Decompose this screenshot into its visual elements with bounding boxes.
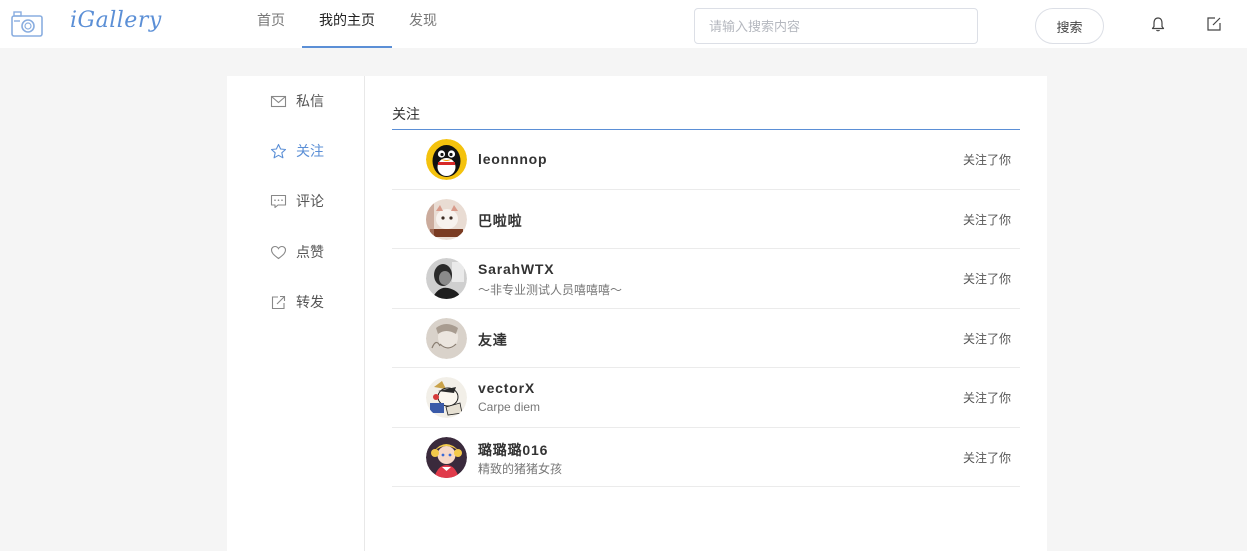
sidebar-item-label: 点赞: [296, 244, 324, 260]
list-item[interactable]: vectorX Carpe diem 关注了你: [392, 368, 1020, 428]
follow-status: 关注了你: [962, 153, 1011, 167]
user-name[interactable]: SarahWTX: [478, 261, 554, 277]
sidebar-item-label: 关注: [296, 143, 324, 159]
sidebar-item-label: 评论: [296, 193, 324, 209]
search-input[interactable]: [694, 8, 978, 44]
search-button[interactable]: 搜索: [1035, 8, 1104, 44]
list-item[interactable]: 友達 关注了你: [392, 309, 1020, 368]
list-item[interactable]: 巴啦啦 关注了你: [392, 190, 1020, 249]
section-title: 关注: [392, 106, 420, 122]
nav-home[interactable]: 首页: [240, 0, 302, 48]
user-name[interactable]: 巴啦啦: [478, 211, 522, 231]
list-item[interactable]: 璐璐璐016 精致的猪猪女孩 关注了你: [392, 428, 1020, 487]
edit-icon[interactable]: [1206, 16, 1222, 32]
avatar[interactable]: [426, 377, 467, 418]
avatar[interactable]: [426, 317, 467, 359]
avatar[interactable]: [426, 139, 467, 180]
user-name[interactable]: 璐璐璐016: [478, 440, 548, 460]
comment-icon: [270, 194, 287, 208]
sidebar-item-likes[interactable]: 点赞: [270, 241, 324, 263]
user-bio: Carpe diem: [478, 400, 541, 414]
app-logo[interactable]: iGallery: [70, 8, 162, 33]
main-panel: 私信 关注 评论 点赞 转发 关注 leonnnop 关注了你 巴啦啦 关注了你…: [227, 76, 1047, 551]
sidebar-item-follow[interactable]: 关注: [270, 140, 324, 162]
user-bio: 精致的猪猪女孩: [478, 461, 563, 476]
avatar[interactable]: [426, 436, 467, 478]
top-header: iGallery 首页 我的主页 发现 搜索: [0, 0, 1247, 48]
sidebar-item-messages[interactable]: 私信: [270, 90, 324, 112]
sidebar-item-comments[interactable]: 评论: [270, 190, 324, 212]
sidebar-item-label: 转发: [296, 294, 324, 310]
follower-list: leonnnop 关注了你 巴啦啦 关注了你 SarahWTX ～非专业测试人员…: [392, 130, 1020, 487]
avatar[interactable]: [426, 198, 467, 240]
bell-icon[interactable]: [1150, 16, 1166, 32]
avatar[interactable]: [426, 258, 467, 299]
share-icon: [271, 295, 286, 309]
nav-my-home[interactable]: 我的主页: [302, 0, 392, 48]
list-item[interactable]: SarahWTX ～非专业测试人员嘻嘻嘻～ 关注了你: [392, 249, 1020, 309]
follow-status: 关注了你: [962, 450, 1011, 465]
user-name[interactable]: vectorX: [478, 380, 535, 396]
sidebar-item-shares[interactable]: 转发: [270, 291, 324, 313]
user-name[interactable]: leonnnop: [478, 151, 547, 167]
star-icon: [270, 143, 287, 158]
follow-status: 关注了你: [962, 272, 1011, 286]
follow-status: 关注了你: [962, 331, 1011, 346]
nav-discover[interactable]: 发现: [392, 0, 454, 48]
follow-status: 关注了你: [962, 212, 1011, 227]
list-item[interactable]: leonnnop 关注了你: [392, 130, 1020, 190]
mail-icon: [270, 95, 287, 107]
user-name[interactable]: 友達: [478, 330, 508, 350]
camera-logo-icon[interactable]: [11, 11, 43, 37]
heart-icon: [270, 245, 287, 259]
sidebar: 私信 关注 评论 点赞 转发: [227, 76, 365, 551]
follow-status: 关注了你: [962, 391, 1011, 405]
sidebar-item-label: 私信: [296, 93, 324, 109]
main-nav: 首页 我的主页 发现: [240, 0, 454, 48]
user-bio: ～非专业测试人员嘻嘻嘻～: [478, 283, 623, 297]
